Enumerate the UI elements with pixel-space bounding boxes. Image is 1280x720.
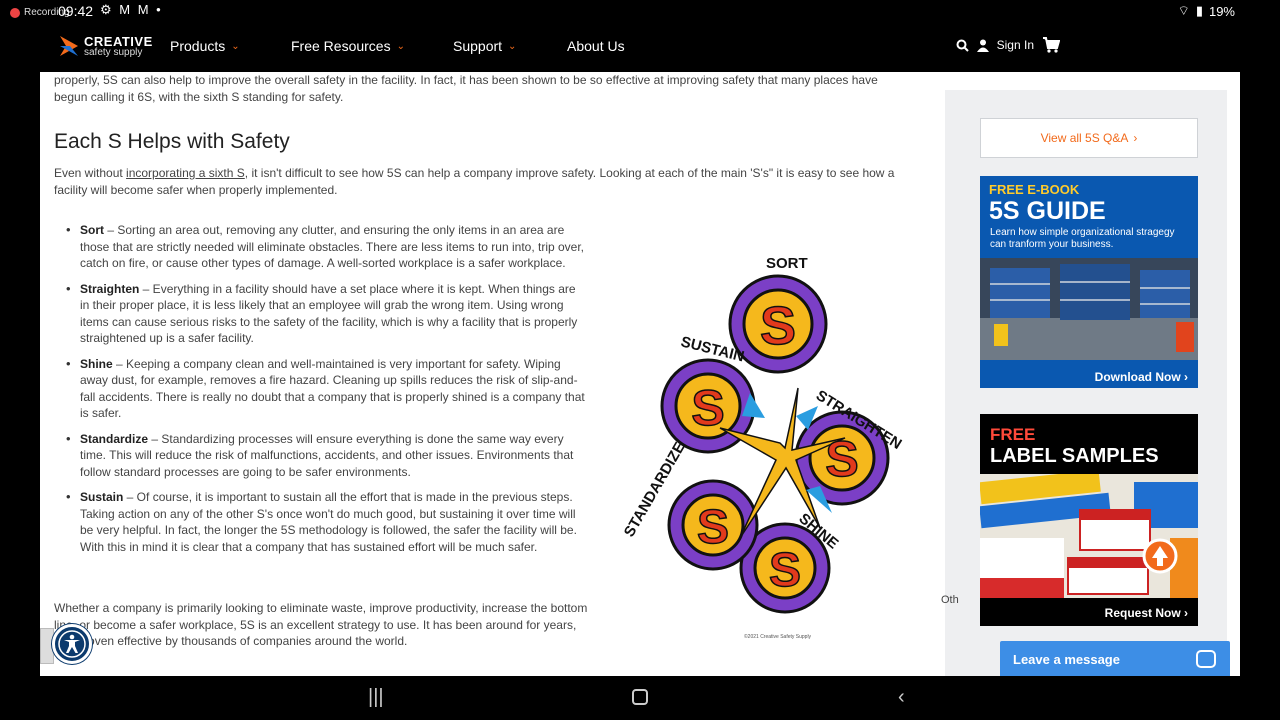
site-logo[interactable]: CREATIVE safety supply [58,34,153,58]
shine-letter: S [769,544,801,597]
labels-title: LABEL SAMPLES [990,445,1159,467]
header-actions: Sign In [956,37,1060,53]
logo-icon [60,36,78,56]
labels-kicker: FREE [990,425,1036,444]
list-item: Sort – Sorting an area out, removing any… [66,222,586,272]
sidebar-partial-text: Oth [941,594,959,606]
chevron-right-icon: › [1133,131,1138,145]
site-header: CREATIVE safety supply Products ⌄ Free Re… [40,22,1240,72]
lead-paragraph: Even without incorporating a sixth S, it… [54,166,895,197]
five-s-list: Sort – Sorting an area out, removing any… [66,222,586,564]
search-icon[interactable] [956,39,969,52]
ebook-description: Learn how simple organizational stragegy… [990,227,1175,250]
chevron-down-icon: ⌄ [508,40,517,52]
sign-in-link[interactable]: Sign In [997,38,1034,52]
notification-icons: ⚙ M M • [100,2,163,17]
figure-credit: ©2021 Creative Safety Supply [744,633,812,640]
warehouse-photo [980,258,1198,360]
sort-label: SORT [766,255,808,272]
recent-apps-icon[interactable]: ||| [368,686,384,709]
accessibility-button[interactable] [52,624,92,664]
wifi-icon: ⌔ [1177,3,1190,18]
accessibility-icon [58,630,86,658]
nav-products[interactable]: Products ⌄ [170,38,240,54]
section-heading: Each S Helps with Safety [54,130,290,153]
back-icon[interactable]: ‹ [898,686,905,709]
cart-icon[interactable] [1042,37,1060,53]
download-now-link[interactable]: Download Now › [1095,370,1188,384]
signal-icon: ▮ [1195,3,1203,18]
straighten-letter: S [825,431,858,487]
status-right: ⌔ ▮ 19% [1178,3,1235,19]
nav-free-resources[interactable]: Free Resources ⌄ [291,38,405,54]
five-s-diagram: S S S S S SORT STRAIGHTEN SHINE STANDARD… [621,255,905,640]
leave-message-chat[interactable]: Leave a message [1000,641,1230,678]
record-icon [10,7,20,18]
system-nav-bar: ||| ‹ [0,676,1280,720]
user-icon [976,39,989,52]
chevron-down-icon: ⌄ [231,40,240,52]
view-all-qa-button[interactable]: View all 5S Q&A › [980,118,1198,158]
home-icon[interactable] [632,689,648,705]
closing-paragraph: Whether a company is primarily looking t… [54,601,588,648]
battery-level: 19% [1208,3,1235,19]
list-item: Straighten – Everything in a facility sh… [66,281,586,347]
ebook-banner[interactable]: FREE E-BOOK 5S GUIDE Learn how simple or… [980,176,1198,388]
page-content: properly, 5S can also help to improve th… [40,72,1240,676]
ebook-kicker: FREE E-BOOK [989,182,1080,197]
chevron-down-icon: ⌄ [396,40,405,52]
clock: 09:42 [58,3,94,19]
labels-photo [980,474,1198,598]
list-item: Standardize – Standardizing processes wi… [66,431,586,481]
nav-support[interactable]: Support ⌄ [453,38,516,54]
ebook-title: 5S GUIDE [989,197,1106,225]
logo-subtitle: safety supply [84,46,143,58]
sixth-s-link[interactable]: incorporating a sixth S [126,166,245,180]
standardize-letter: S [697,501,729,554]
sustain-letter: S [691,380,724,436]
logo-title: CREATIVE [84,33,153,49]
nav-about-us[interactable]: About Us [567,38,625,54]
list-item: Sustain – Of course, it is important to … [66,489,586,555]
sidebar: View all 5S Q&A › FREE E-BOOK 5S GUIDE Le… [945,90,1227,676]
request-now-link[interactable]: Request Now › [1105,606,1188,620]
status-bar: Recording 09:42 ⚙ M M • ⌔ ▮ 19% [0,0,1280,22]
sort-letter: S [760,296,796,356]
chat-icon [1196,650,1216,668]
label-samples-banner[interactable]: FREE LABEL SAMPLES Request Now › [980,414,1198,626]
list-item: Shine – Keeping a company clean and well… [66,356,586,422]
intro-paragraph: properly, 5S can also help to improve th… [54,73,878,104]
